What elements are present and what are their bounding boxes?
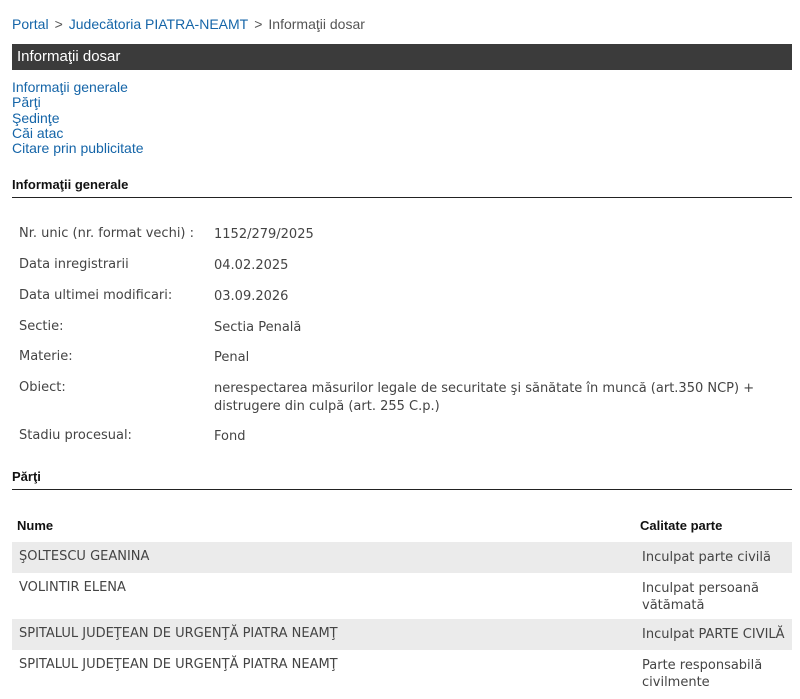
section-heading-general: Informaţii generale xyxy=(12,177,792,198)
section-heading-parti: Părţi xyxy=(12,469,792,490)
info-value: Sectia Penală xyxy=(214,320,302,335)
info-value: nerespectarea măsurilor legale de securi… xyxy=(214,381,755,414)
party-role: Inculpat PARTE CIVILĂ xyxy=(642,627,785,642)
breadcrumb-portal-link[interactable]: Portal xyxy=(12,16,49,32)
table-row: ŞOLTESCU GEANINA Inculpat parte civilă xyxy=(12,542,792,573)
table-row: VOLINTIR ELENA Inculpat persoană vătămat… xyxy=(12,573,792,619)
info-label: Data ultimei modificari: xyxy=(19,288,173,303)
breadcrumb: Portal > Judecătoria PIATRA-NEAMT > Informaţ… xyxy=(12,16,365,32)
info-value: 1152/279/2025 xyxy=(214,227,314,242)
parti-table: Nume Calitate parte ŞOLTESCU GEANINA Inc… xyxy=(12,510,792,698)
breadcrumb-court-link[interactable]: Judecătoria PIATRA-NEAMT xyxy=(69,16,248,32)
anchor-informatii-generale[interactable]: Informaţii generale xyxy=(12,79,144,95)
anchor-cai-atac[interactable]: Căi atac xyxy=(12,125,144,141)
info-value: Penal xyxy=(214,350,250,365)
info-label: Nr. unic (nr. format vechi) : xyxy=(19,226,195,241)
breadcrumb-separator: > xyxy=(254,16,263,32)
parti-table-header: Nume Calitate parte xyxy=(12,510,792,542)
info-label: Obiect: xyxy=(19,380,66,395)
party-name: VOLINTIR ELENA xyxy=(19,580,126,595)
table-row: SPITALUL JUDEŢEAN DE URGENŢĂ PIATRA NEAM… xyxy=(12,619,792,650)
party-name: ŞOLTESCU GEANINA xyxy=(19,549,150,564)
info-label: Materie: xyxy=(19,349,73,364)
party-role: Inculpat persoană vătămată xyxy=(642,581,760,613)
info-label: Stadiu procesual: xyxy=(19,428,132,443)
party-name: SPITALUL JUDEŢEAN DE URGENŢĂ PIATRA NEAM… xyxy=(19,657,338,672)
party-role: Inculpat parte civilă xyxy=(642,550,771,565)
info-label: Sectie: xyxy=(19,319,64,334)
party-role: Parte responsabilă civilmente xyxy=(642,658,763,690)
breadcrumb-current: Informaţii dosar xyxy=(268,16,365,32)
page-title-bar: Informaţii dosar xyxy=(12,44,792,70)
column-header-calitate: Calitate parte xyxy=(640,518,723,533)
column-header-nume: Nume xyxy=(17,518,54,533)
info-value: 04.02.2025 xyxy=(214,258,289,273)
anchor-parti[interactable]: Părţi xyxy=(12,94,144,110)
table-row: SPITALUL JUDEŢEAN DE URGENŢĂ PIATRA NEAM… xyxy=(12,650,792,698)
breadcrumb-separator: > xyxy=(54,16,63,32)
anchor-citare-publicitate[interactable]: Citare prin publicitate xyxy=(12,140,144,156)
info-label: Data inregistrarii xyxy=(19,257,129,272)
anchor-sedinte[interactable]: Şedinţe xyxy=(12,110,144,126)
party-name: SPITALUL JUDEŢEAN DE URGENŢĂ PIATRA NEAM… xyxy=(19,626,338,641)
info-value: 03.09.2026 xyxy=(214,289,289,304)
info-value: Fond xyxy=(214,429,246,444)
section-anchor-links: Informaţii generale Părţi Şedinţe Căi at… xyxy=(12,79,144,156)
